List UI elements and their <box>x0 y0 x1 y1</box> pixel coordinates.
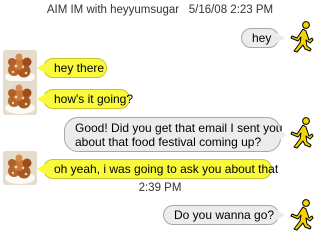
bubble-tail <box>37 94 45 104</box>
message-text-line-2: about that food festival coming up? <box>75 135 262 149</box>
aim-running-man-icon <box>288 199 314 231</box>
message-bubble-outgoing: Do you wanna go? <box>163 205 285 225</box>
chat-header: AIM IM with heyyumsugar 5/16/08 2:23 PM <box>0 4 320 20</box>
buddy-avatar <box>3 50 37 84</box>
chat-title: AIM IM with heyyumsugar <box>46 4 180 16</box>
buddy-avatar <box>3 81 37 115</box>
message-bubble-incoming: hey there <box>37 58 107 78</box>
message-text: oh yeah, i was going to ask you about th… <box>54 162 279 176</box>
bubble-tail <box>279 129 287 140</box>
bubble-tail <box>277 210 285 220</box>
food-photo-avatar <box>3 81 37 115</box>
bubble-tail <box>277 33 285 43</box>
bubble-tail <box>37 63 45 73</box>
message-text-line-1: Good! Did you get that email I sent you <box>75 121 283 135</box>
message-text: hey there <box>54 61 105 75</box>
message-bubble-outgoing: hey <box>241 28 285 48</box>
message-timestamp: 2:39 PM <box>138 182 182 194</box>
message-bubble-incoming: how's it going? <box>37 89 134 109</box>
chat-datetime: 5/16/08 2:23 PM <box>188 4 274 16</box>
buddy-avatar <box>3 151 37 185</box>
message-bubble-outgoing: Good! Did you get that email I sent you … <box>64 117 287 152</box>
aim-running-man-icon <box>288 21 314 53</box>
aim-running-man-icon <box>288 117 314 149</box>
food-photo-avatar <box>3 50 37 84</box>
bubble-tail <box>37 164 45 174</box>
message-text: how's it going? <box>54 92 134 106</box>
message-text: Do you wanna go? <box>174 208 275 222</box>
message-bubble-incoming: oh yeah, i was going to ask you about th… <box>37 159 279 179</box>
food-photo-avatar <box>3 151 37 185</box>
message-text: hey <box>252 31 272 45</box>
